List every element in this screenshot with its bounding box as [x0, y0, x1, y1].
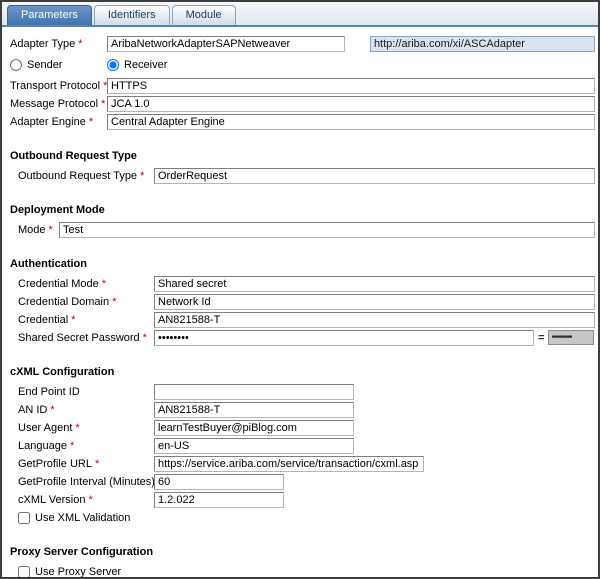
adapter-engine-row: Adapter Engine* — [10, 113, 595, 130]
an-id-input[interactable] — [154, 402, 354, 418]
section-heading-outbound: Outbound Request Type — [10, 150, 595, 163]
outbound-request-type-input[interactable] — [154, 168, 595, 184]
shared-secret-password-row: Shared Secret Password* = •••••••• — [18, 329, 595, 346]
credential-row: Credential* — [18, 311, 595, 328]
user-agent-row: User Agent* — [18, 419, 595, 436]
use-proxy-server-label: Use Proxy Server — [35, 566, 121, 578]
required-marker: * — [70, 440, 74, 452]
an-id-label: AN ID* — [18, 404, 154, 416]
use-xml-validation-label: Use XML Validation — [35, 512, 130, 524]
language-label: Language* — [18, 440, 154, 452]
adapter-type-row: Adapter Type* http://ariba.com/xi/ASCAda… — [10, 35, 595, 52]
receiver-label: Receiver — [124, 59, 167, 71]
adapter-config-window: Parameters Identifiers Module Adapter Ty… — [0, 0, 600, 579]
deployment-mode-input[interactable] — [59, 222, 595, 238]
getprofile-url-row: GetProfile URL* — [18, 455, 595, 472]
use-xml-validation-checkbox[interactable] — [18, 512, 30, 524]
tab-identifiers[interactable]: Identifiers — [94, 5, 170, 25]
transport-protocol-input[interactable] — [107, 78, 595, 94]
tab-module[interactable]: Module — [172, 5, 236, 25]
getprofile-interval-input[interactable] — [154, 474, 284, 490]
section-heading-authentication: Authentication — [10, 258, 595, 271]
equals-sign: = — [538, 332, 544, 344]
required-marker: * — [75, 422, 79, 434]
adapter-engine-label: Adapter Engine* — [10, 116, 107, 128]
adapter-type-label: Adapter Type* — [10, 38, 107, 50]
receiver-option: Receiver — [107, 59, 167, 71]
section-heading-proxy: Proxy Server Configuration — [10, 546, 595, 559]
transport-protocol-label: Transport Protocol* — [10, 80, 107, 92]
user-agent-input[interactable] — [154, 420, 354, 436]
getprofile-interval-row: GetProfile Interval (Minutes)* — [18, 473, 595, 490]
outbound-request-type-row: Outbound Request Type* — [18, 167, 595, 184]
use-xml-validation-row: Use XML Validation — [18, 509, 595, 526]
tab-bar: Parameters Identifiers Module — [2, 2, 598, 27]
end-point-id-row: End Point ID — [18, 383, 595, 400]
use-proxy-server-checkbox[interactable] — [18, 566, 30, 578]
credential-input[interactable] — [154, 312, 595, 328]
required-marker: * — [88, 494, 92, 506]
required-marker: * — [89, 116, 93, 128]
parameters-form: Adapter Type* http://ariba.com/xi/ASCAda… — [2, 27, 598, 579]
sender-label: Sender — [27, 59, 62, 71]
language-input[interactable] — [154, 438, 354, 454]
credential-domain-row: Credential Domain* — [18, 293, 595, 310]
getprofile-url-input[interactable] — [154, 456, 424, 472]
required-marker: * — [71, 314, 75, 326]
deployment-mode-label: Mode* — [18, 224, 59, 236]
transport-protocol-row: Transport Protocol* — [10, 77, 595, 94]
end-point-id-input[interactable] — [154, 384, 354, 400]
tab-parameters[interactable]: Parameters — [7, 5, 92, 25]
required-marker: * — [78, 38, 82, 50]
direction-row: Sender Receiver — [10, 56, 595, 73]
required-marker: * — [101, 98, 105, 110]
section-heading-deployment: Deployment Mode — [10, 204, 595, 217]
credential-mode-label: Credential Mode* — [18, 278, 154, 290]
end-point-id-label: End Point ID — [18, 386, 154, 398]
message-protocol-label: Message Protocol* — [10, 98, 107, 110]
deployment-mode-row: Mode* — [18, 221, 595, 238]
getprofile-url-label: GetProfile URL* — [18, 458, 154, 470]
required-marker: * — [49, 224, 53, 236]
required-marker: * — [112, 296, 116, 308]
message-protocol-input[interactable] — [107, 96, 595, 112]
required-marker: * — [50, 404, 54, 416]
credential-domain-label: Credential Domain* — [18, 296, 154, 308]
credential-domain-input[interactable] — [154, 294, 595, 310]
required-marker: * — [140, 170, 144, 182]
outbound-request-type-label: Outbound Request Type* — [18, 170, 154, 182]
language-row: Language* — [18, 437, 595, 454]
an-id-row: AN ID* — [18, 401, 595, 418]
shared-secret-password-label: Shared Secret Password* — [18, 332, 154, 344]
required-marker: * — [102, 278, 106, 290]
sender-radio[interactable] — [10, 59, 22, 71]
getprofile-interval-label: GetProfile Interval (Minutes)* — [18, 476, 154, 488]
credential-label: Credential* — [18, 314, 154, 326]
shared-secret-password-input[interactable] — [154, 330, 534, 346]
shared-secret-password-confirm-field: •••••••• — [548, 330, 594, 345]
adapter-namespace-field: http://ariba.com/xi/ASCAdapter — [370, 36, 595, 52]
message-protocol-row: Message Protocol* — [10, 95, 595, 112]
receiver-radio[interactable] — [107, 59, 119, 71]
section-heading-cxml: cXML Configuration — [10, 366, 595, 379]
required-marker: * — [143, 332, 147, 344]
required-marker: * — [95, 458, 99, 470]
use-proxy-server-row: Use Proxy Server — [18, 563, 595, 579]
sender-option: Sender — [10, 59, 107, 71]
cxml-version-row: cXML Version* — [18, 491, 595, 508]
cxml-version-input[interactable] — [154, 492, 284, 508]
credential-mode-input[interactable] — [154, 276, 595, 292]
cxml-version-label: cXML Version* — [18, 494, 154, 506]
credential-mode-row: Credential Mode* — [18, 275, 595, 292]
user-agent-label: User Agent* — [18, 422, 154, 434]
adapter-type-input[interactable] — [107, 36, 345, 52]
adapter-engine-input[interactable] — [107, 114, 595, 130]
